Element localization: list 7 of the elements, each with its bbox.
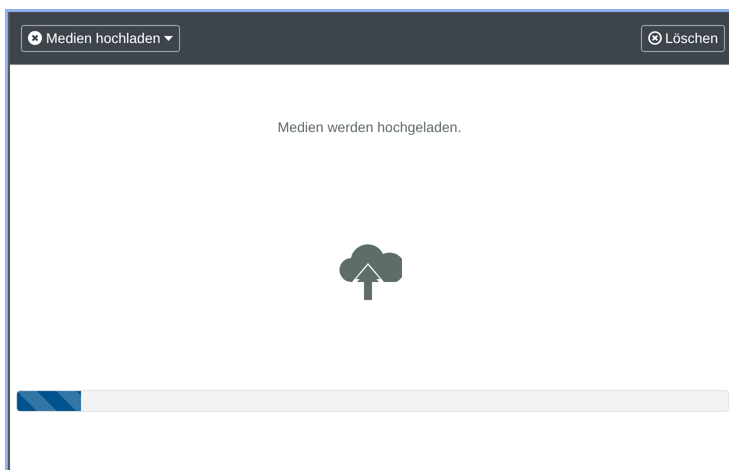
delete-button[interactable]: Löschen	[641, 24, 725, 52]
upload-menu-button[interactable]: Medien hochladen	[21, 24, 180, 52]
status-message: Medien werden hochgeladen.	[278, 118, 462, 137]
close-icon	[28, 31, 42, 45]
cloud-upload-icon	[338, 242, 402, 300]
caret-icon	[164, 36, 174, 40]
close-icon	[648, 31, 662, 45]
